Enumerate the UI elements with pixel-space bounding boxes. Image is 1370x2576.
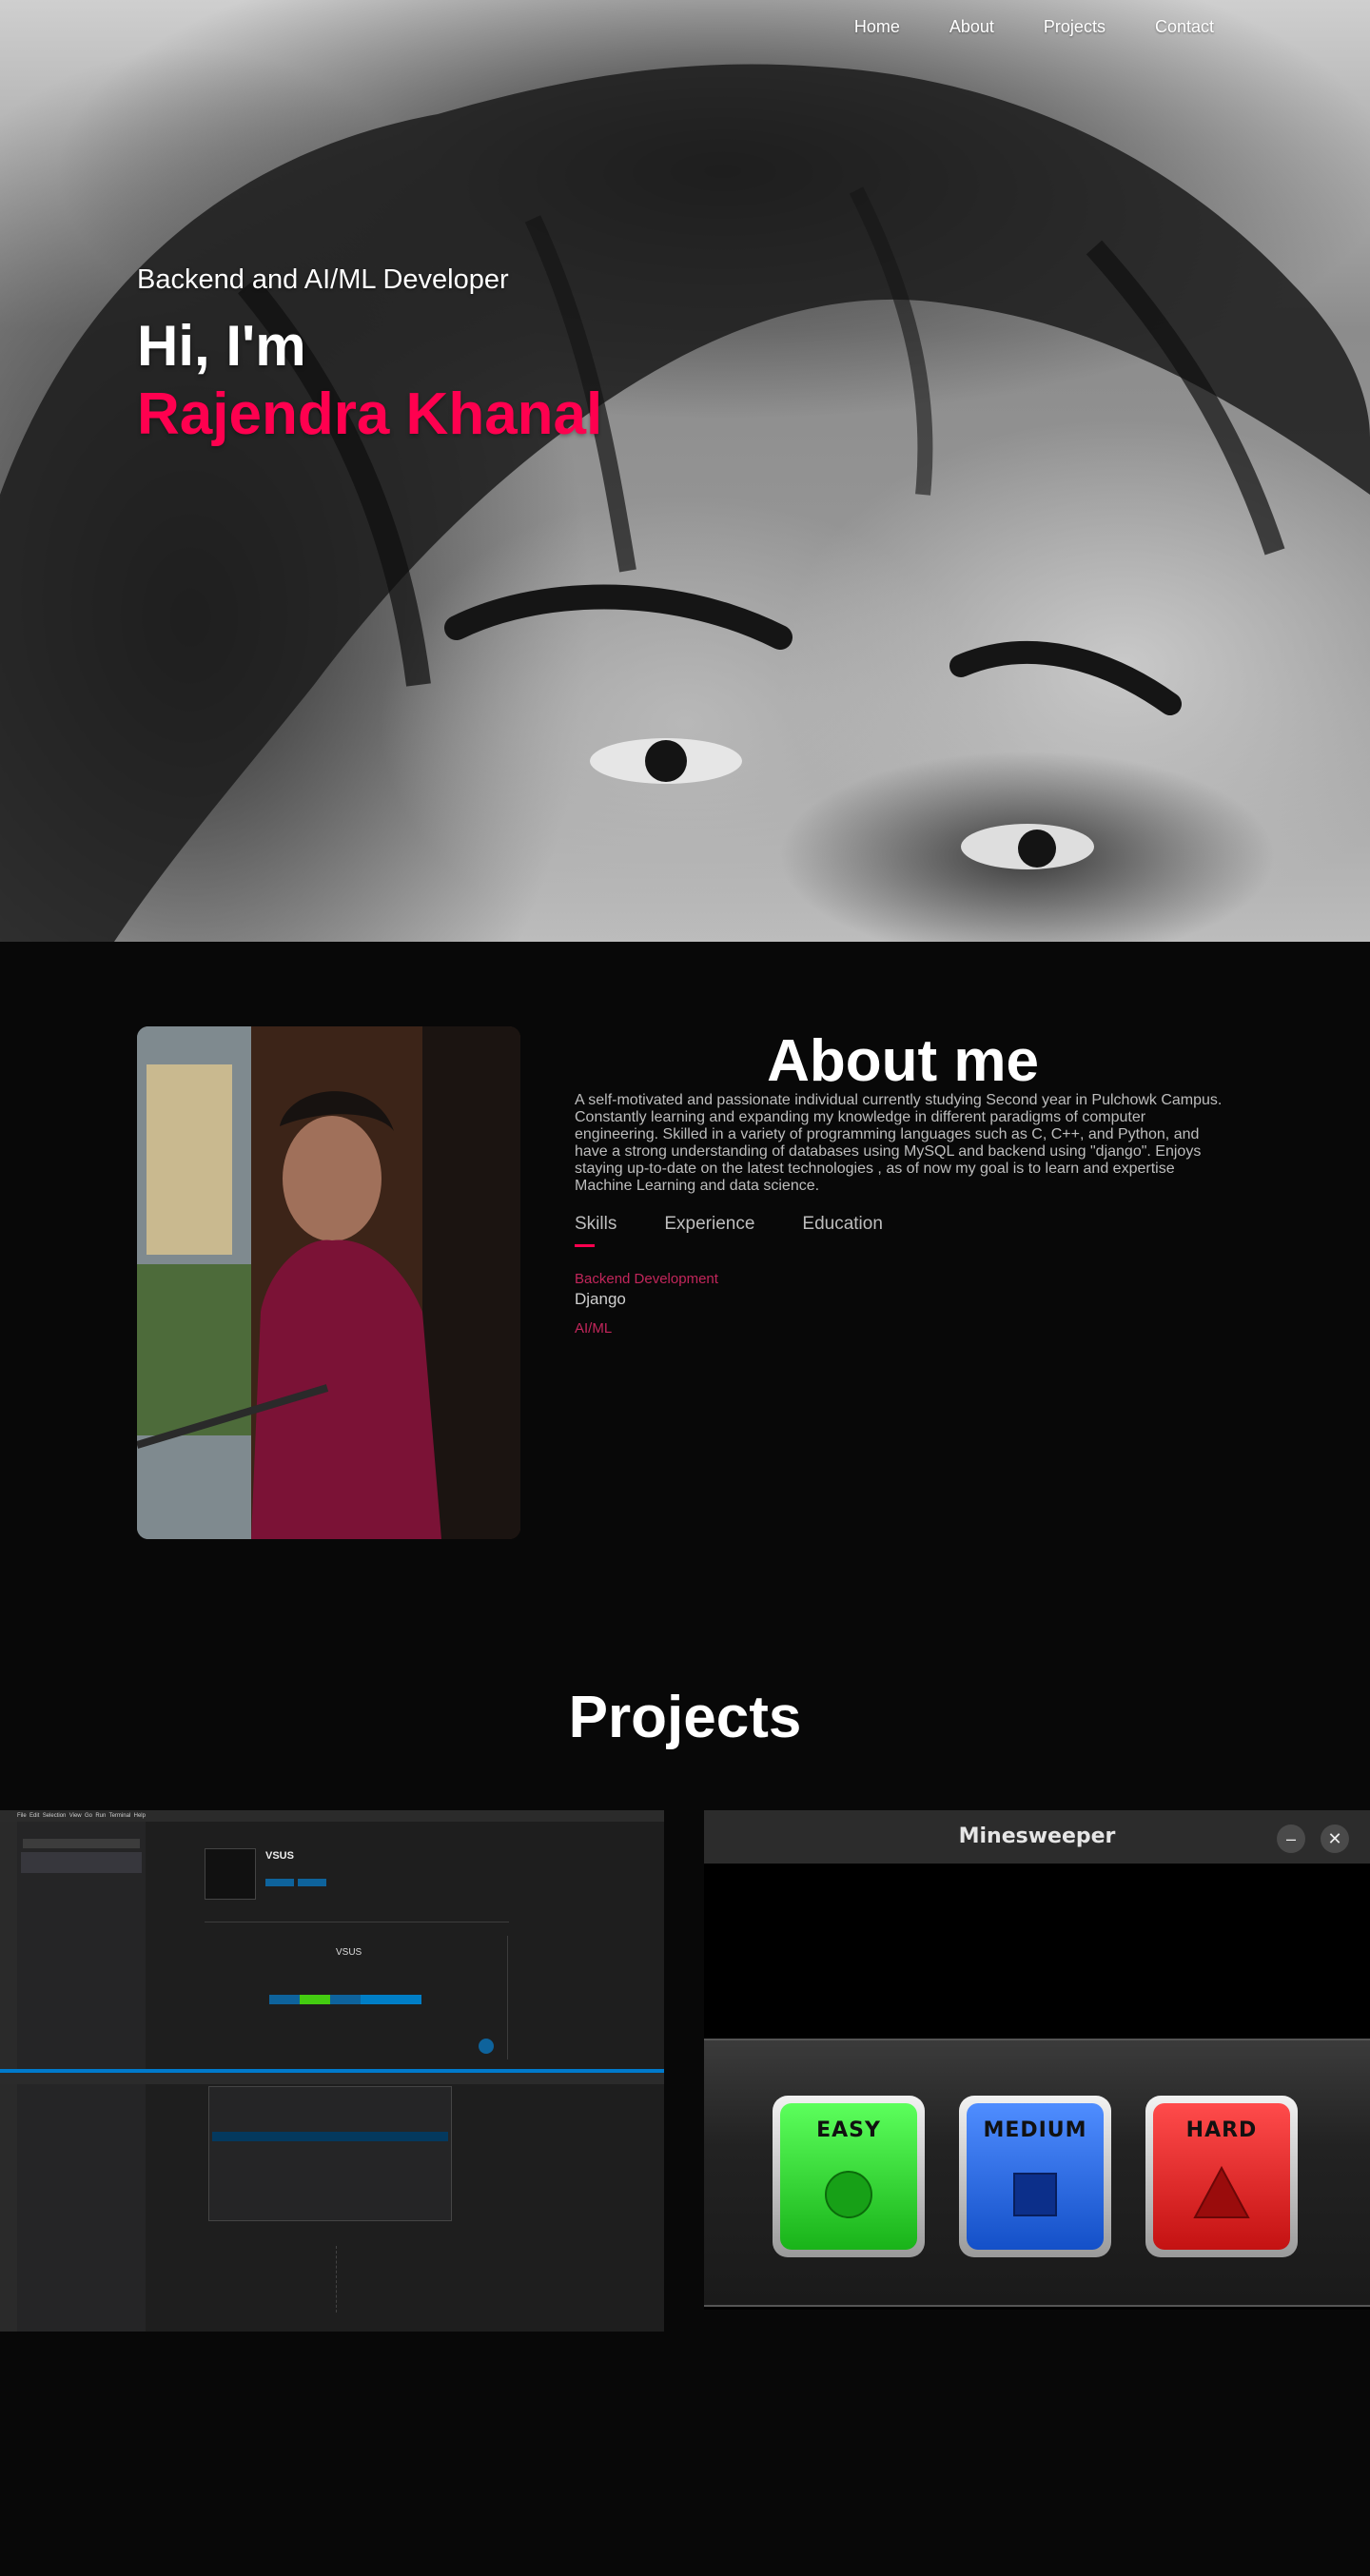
about-description: A self-motivated and passionate individu… (575, 1092, 1223, 1194)
hero-name: Rajendra Khanal (137, 381, 603, 447)
vscode-sidebar (17, 1822, 146, 2069)
extension-heading: VSUS (336, 1947, 362, 1958)
tab-skills[interactable]: Skills (575, 1214, 616, 1247)
project-card-vsus[interactable]: File Edit Selection View Go Run Terminal… (0, 1810, 664, 2332)
minesweeper-title: Minesweeper (958, 1825, 1116, 1848)
vscode-menubar-2 (0, 2073, 664, 2084)
vscode-menubar: File Edit Selection View Go Run Terminal… (0, 1810, 664, 1822)
about-photo (137, 1026, 520, 1539)
hero-background-photo (0, 64, 1370, 942)
medium-label: MEDIUM (983, 2118, 1087, 2142)
triangle-icon (1193, 2165, 1250, 2218)
tab-education[interactable]: Education (802, 1214, 883, 1235)
hero-greeting: Hi, I'm (137, 314, 306, 378)
nav-home-link[interactable]: Home (854, 17, 900, 37)
hero-section: Home About Projects Contact Backend and … (0, 0, 1370, 942)
nav-about-link[interactable]: About (949, 17, 994, 37)
square-icon (1013, 2173, 1057, 2216)
about-title: About me (767, 1028, 1039, 1094)
projects-title: Projects (568, 1685, 802, 1750)
top-navigation: Home About Projects Contact (854, 17, 1214, 37)
hero-subtitle: Backend and AI/ML Developer (137, 264, 509, 295)
tab-experience[interactable]: Experience (664, 1214, 754, 1235)
vscode-command-palette-view (146, 2084, 664, 2332)
difficulty-panel: EASY MEDIUM HARD (704, 2039, 1370, 2307)
hard-label: HARD (1185, 2118, 1258, 2142)
project-card-minesweeper[interactable]: Minesweeper – ✕ EASY MEDIUM HARD (704, 1810, 1370, 2310)
skill-heading-backend: Backend Development (575, 1271, 718, 1287)
nav-contact-link[interactable]: Contact (1155, 17, 1214, 37)
vscode-extension-page: VSUS VSUS (146, 1822, 664, 2069)
nav-projects-link[interactable]: Projects (1044, 17, 1106, 37)
circle-icon (825, 2171, 872, 2218)
skills-list: Backend Development Django AI/ML (575, 1271, 718, 1337)
skill-heading-aiml: AI/ML (575, 1320, 613, 1337)
vscode-activity-bar (0, 1822, 17, 2069)
easy-label: EASY (816, 2118, 881, 2142)
medium-button[interactable]: MEDIUM (959, 2096, 1111, 2257)
about-tabs: Skills Experience Education (575, 1214, 883, 1247)
close-button[interactable]: ✕ (1321, 1825, 1349, 1853)
minimize-button[interactable]: – (1277, 1825, 1305, 1853)
vscode-explorer (17, 2084, 146, 2332)
hero-text: Backend and AI/ML Developer Hi, I'm Raje… (137, 264, 602, 448)
profile-photo-illustration (137, 1026, 520, 1539)
extension-name: VSUS (265, 1850, 294, 1862)
easy-button[interactable]: EASY (773, 2096, 925, 2257)
skill-value-django: Django (575, 1290, 626, 1308)
hard-button[interactable]: HARD (1145, 2096, 1298, 2257)
